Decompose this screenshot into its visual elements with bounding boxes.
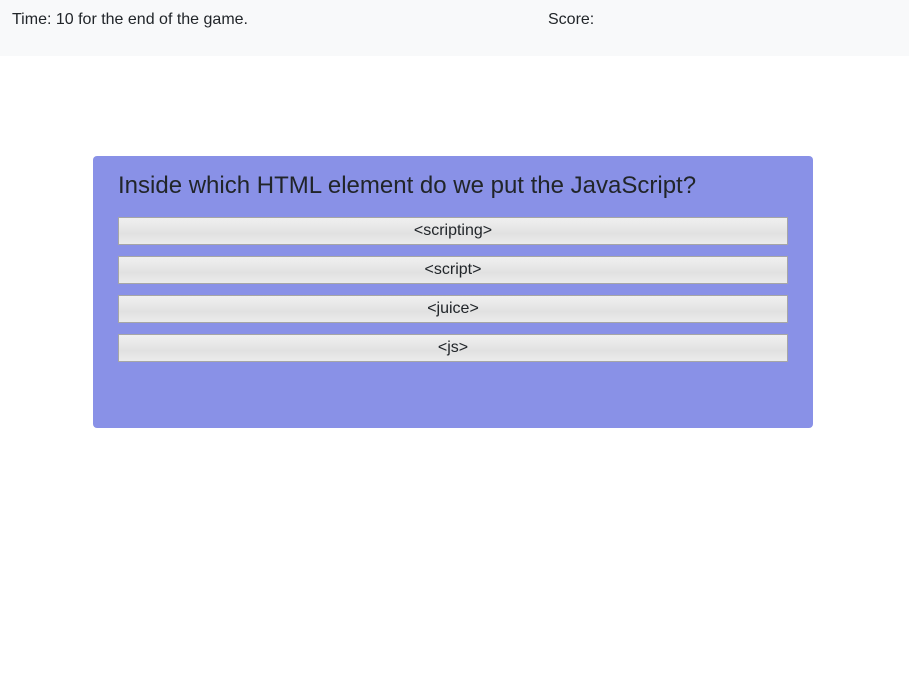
question-text: Inside which HTML element do we put the …: [118, 172, 697, 199]
timer-text: Time: 10 for the end of the game.: [12, 11, 248, 28]
answer-button-juice[interactable]: <juice>: [118, 295, 788, 323]
answer-button-scripting[interactable]: <scripting>: [118, 217, 788, 245]
top-bar: Time: 10 for the end of the game. Score:: [0, 0, 909, 56]
answer-button-js[interactable]: <js>: [118, 334, 788, 362]
answer-button-script[interactable]: <script>: [118, 256, 788, 284]
quiz-card: Inside which HTML element do we put the …: [93, 156, 813, 428]
score-text: Score:: [548, 11, 595, 28]
